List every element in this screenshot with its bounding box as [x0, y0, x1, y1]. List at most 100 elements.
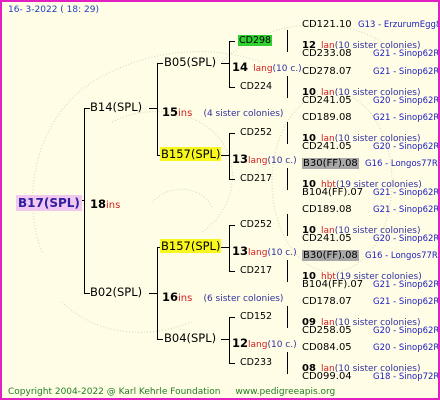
gen1-note: (4 sister colonies) — [203, 109, 284, 119]
gen2-num: 13 — [232, 244, 249, 258]
gen4-bottom[interactable]: B104(FF).07 — [302, 280, 363, 290]
gen4-top[interactable]: B30(FF).08 — [302, 250, 359, 261]
gen1-num: 15 — [162, 105, 179, 119]
root-unit: ins — [106, 200, 121, 211]
connector — [287, 214, 288, 236]
gen1-unit: ins — [178, 108, 193, 119]
connector — [229, 133, 235, 134]
gen1-num: 16 — [162, 290, 179, 304]
timestamp-header: 16- 3-2022 ( 18: 29) — [8, 5, 99, 15]
connector — [157, 247, 158, 339]
gen1-info: 16ins (6 sister colonies) — [162, 288, 283, 304]
gen2-unit: lang — [248, 340, 268, 350]
root-code: B17(SPL) — [16, 195, 82, 211]
connector — [149, 293, 157, 294]
gen4-location: G20 - Sinop62R — [373, 142, 440, 152]
gen2-node[interactable]: B05(SPL) — [164, 56, 216, 69]
gen4-top[interactable]: CD121.10 — [302, 20, 352, 30]
gen4-bottom[interactable]: B104(FF).07 — [302, 188, 363, 198]
root-queen[interactable]: B17(SPL) — [16, 194, 82, 211]
gen4-location: G16 - Longos77R — [365, 159, 438, 169]
connector — [229, 225, 235, 226]
connector — [287, 76, 288, 98]
gen4-top[interactable]: CD084.05 — [302, 343, 352, 353]
gen4-location: G20 - Sinop62R — [373, 326, 440, 336]
connector — [221, 63, 229, 64]
gen4-bottom[interactable]: CD241.05 — [302, 142, 352, 152]
root-num: 18 — [90, 197, 107, 211]
connector — [287, 168, 288, 190]
gen3-node[interactable]: CD152 — [240, 312, 272, 322]
gen1-info: 15ins (4 sister colonies) — [162, 103, 283, 119]
gen4-bottom[interactable]: CD241.05 — [302, 234, 352, 244]
gen4-location: G21 - Sinop62R — [373, 49, 440, 59]
gen4-location: G18 - Sinop72R — [373, 372, 440, 382]
gen4-location: G21 - Sinop62R — [373, 113, 440, 123]
gen4-code: CD121.10 — [302, 19, 352, 30]
gen1-node[interactable]: B14(SPL) — [90, 101, 142, 114]
gen3-node[interactable]: CD252 — [240, 128, 272, 138]
site-link[interactable]: www.pedigreeapis.org — [235, 387, 335, 397]
gen4-bottom[interactable]: CD241.05 — [302, 96, 352, 106]
gen4-bottom[interactable]: CD233.08 — [302, 49, 352, 59]
gen3-node[interactable]: CD217 — [240, 174, 272, 184]
gen2-note: (10 c.) — [267, 340, 297, 350]
connector — [229, 317, 235, 318]
gen1-node[interactable]: B02(SPL) — [90, 286, 142, 299]
connector — [287, 260, 288, 282]
connector — [287, 352, 288, 374]
gen3-node[interactable]: CD224 — [240, 82, 272, 92]
gen4-top[interactable]: B30(FF).08 — [302, 158, 359, 169]
gen4-top[interactable]: CD189.08 — [302, 113, 352, 123]
gen3-node[interactable]: CD298 — [238, 35, 273, 46]
gen4-location: G21 - Sinop62R — [373, 67, 440, 77]
gen2-num: 13 — [232, 152, 249, 166]
gen4-location: G21 - Sinop62R — [373, 297, 440, 307]
gen4-location: G21 - Sinop62R — [373, 205, 440, 215]
connector — [287, 306, 288, 328]
connector — [229, 41, 235, 42]
connector — [287, 30, 288, 52]
connector — [221, 339, 229, 340]
gen2-info: 13lang(10 c.) — [232, 242, 297, 258]
gen4-code: B30(FF).08 — [302, 158, 359, 169]
gen4-bottom[interactable]: CD099.04 — [302, 372, 352, 382]
connector — [84, 108, 85, 293]
gen2-node[interactable]: B04(SPL) — [164, 332, 216, 345]
gen3-node[interactable]: CD252 — [240, 220, 272, 230]
connector — [149, 108, 157, 109]
connector — [229, 363, 235, 364]
gen2-code: B157(SPL) — [160, 239, 222, 253]
gen3-code: CD298 — [238, 35, 273, 46]
gen2-code: B157(SPL) — [160, 147, 222, 161]
gen2-note: (10 c.) — [272, 64, 302, 74]
root-info: 18ins — [90, 195, 120, 211]
pedigree-frame: 16- 3-2022 ( 18: 29) B17(SPL) 18ins B14(… — [0, 0, 440, 400]
gen3-node[interactable]: CD217 — [240, 266, 272, 276]
gen4-location: G13 - ErzurumEgg8 — [358, 20, 440, 30]
gen2-num: 12 — [232, 336, 249, 350]
connector — [229, 317, 230, 363]
gen2-node[interactable]: B157(SPL) — [160, 147, 222, 161]
gen4-location: G20 - Sinop62R — [373, 96, 440, 106]
connector — [229, 179, 235, 180]
gen2-info: 14 lang(10 c.) — [232, 58, 302, 74]
gen4-code: B30(FF).08 — [302, 250, 359, 261]
gen4-location: G20 - Sinop62R — [373, 343, 440, 353]
gen2-info: 13lang(10 c.) — [232, 150, 297, 166]
gen4-top[interactable]: CD178.07 — [302, 297, 352, 307]
connector — [157, 63, 163, 64]
gen2-unit: lang — [253, 64, 273, 74]
gen1-note: (6 sister colonies) — [203, 294, 284, 304]
gen4-bottom[interactable]: CD258.05 — [302, 326, 352, 336]
gen4-top[interactable]: CD189.08 — [302, 205, 352, 215]
gen2-node[interactable]: B157(SPL) — [160, 239, 222, 253]
connector — [287, 122, 288, 144]
footer: Copyright 2004-2022 @ Karl Kehrle Founda… — [8, 388, 335, 397]
connector — [221, 155, 229, 156]
gen4-top[interactable]: CD278.07 — [302, 67, 352, 77]
gen3-node[interactable]: CD233 — [240, 358, 272, 368]
gen4-location: G21 - Sinop62R — [373, 188, 440, 198]
gen2-info: 12lang(10 c.) — [232, 334, 297, 350]
connector — [229, 133, 230, 179]
